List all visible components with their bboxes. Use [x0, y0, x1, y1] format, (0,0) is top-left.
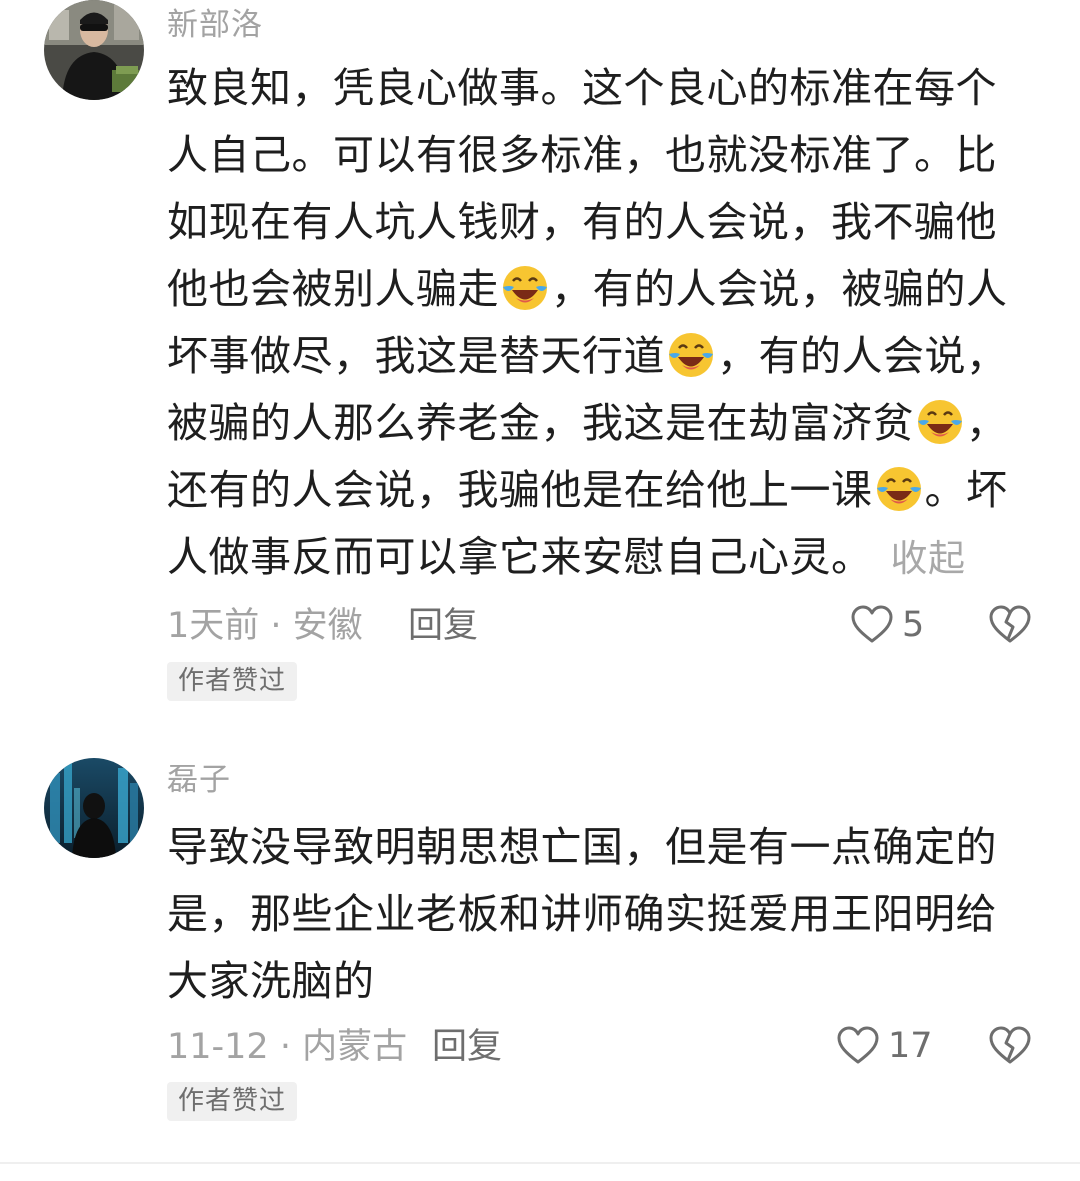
author-liked-badge: 作者赞过: [167, 1082, 298, 1121]
dislike-button[interactable]: [988, 1024, 1032, 1072]
like-button[interactable]: 17: [836, 1024, 933, 1068]
text-segment: 导致没导致明朝思想亡国，但是有一点确定的: [167, 823, 997, 871]
avatar[interactable]: [44, 758, 144, 858]
divider: [0, 1162, 1080, 1164]
avatar-photo: [44, 758, 144, 858]
comment-line: 导致没导致明朝思想亡国，但是有一点确定的: [167, 814, 1027, 881]
username[interactable]: 磊子: [167, 765, 231, 796]
text-segment: 大家洗脑的: [167, 957, 375, 1005]
time-location: 11-12 · 内蒙古: [167, 1027, 408, 1067]
broken-heart-icon: [989, 1026, 1031, 1064]
comment-line: 是，那些企业老板和讲师确实挺爱用王阳明给: [167, 881, 1027, 948]
comment-text: 导致没导致明朝思想亡国，但是有一点确定的 是，那些企业老板和讲师确实挺爱用王阳明…: [167, 814, 1027, 1015]
text-segment: 是，那些企业老板和讲师确实挺爱用王阳明给: [167, 890, 997, 938]
reply-button[interactable]: 回复: [432, 1030, 502, 1065]
like-count: 17: [888, 1025, 933, 1066]
comment-line: 大家洗脑的: [167, 948, 1027, 1015]
comment-item: 磊子 导致没导致明朝思想亡国，但是有一点确定的 是，那些企业老板和讲师确实挺爱用…: [0, 0, 1080, 1140]
heart-icon: [837, 1026, 879, 1064]
